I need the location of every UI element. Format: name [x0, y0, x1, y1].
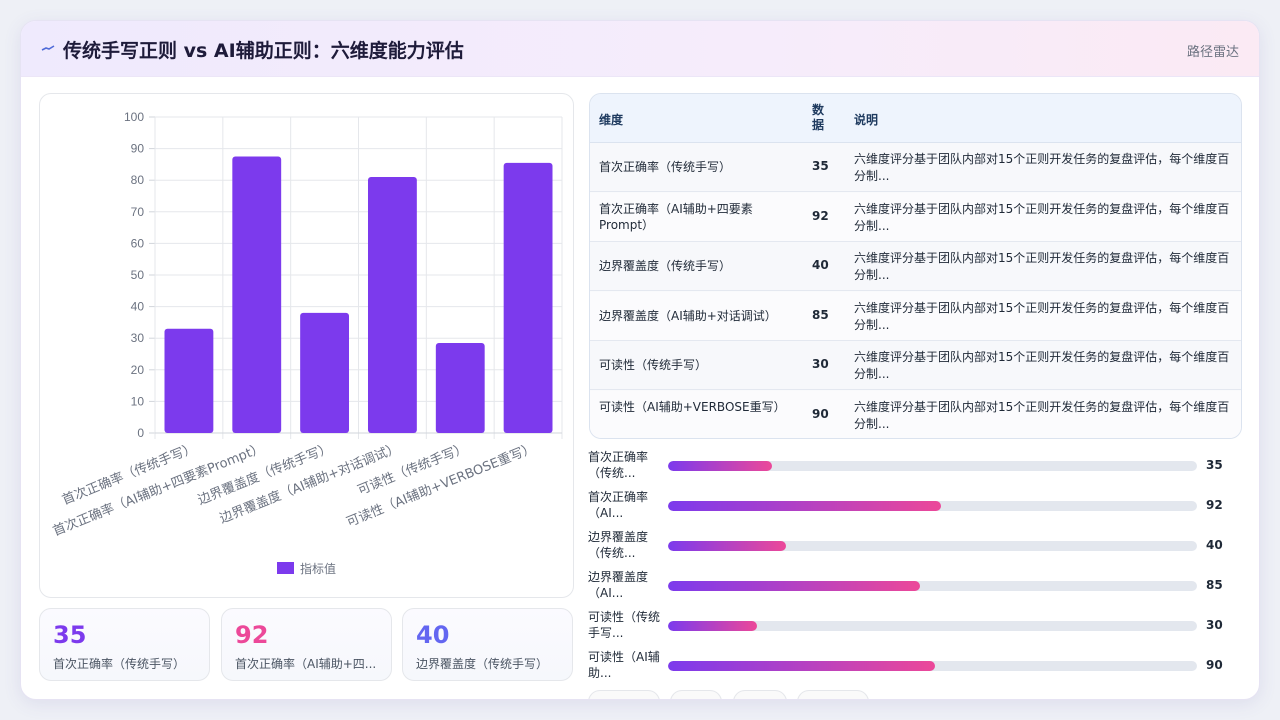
progress-track — [668, 661, 1197, 671]
table-row[interactable]: 可读性（传统手写） 30 六维度评分基于团队内部对15个正则开发任务的复盘评估，每个… — [590, 341, 1241, 390]
cell-dimension: 首次正确率（传统手写） — [599, 160, 732, 174]
y-tick-label: 10 — [131, 394, 145, 408]
y-tick-label: 40 — [131, 300, 145, 314]
dashboard-card: 传统手写正则 vs AI辅助正则：六维度能力评估 路径雷达 0 10 20 30 40 5… — [20, 20, 1260, 700]
progress-track — [668, 541, 1197, 551]
cell-description: 六维度评分基于团队内部对15个正则开发任务的复盘评估，每个维度百分制... — [854, 350, 1230, 381]
table-header: 维度 数据 说明 — [590, 94, 1241, 143]
chip-button[interactable] — [670, 690, 722, 699]
progress-track — [668, 501, 1197, 511]
progress-label: 首次正确率（传统... — [588, 450, 649, 480]
cell-description: 六维度评分基于团队内部对15个正则开发任务的复盘评估，每个维度百分制... — [854, 300, 1230, 332]
path-radar-link[interactable]: 路径雷达 — [1187, 41, 1239, 60]
progress-value: 85 — [1206, 578, 1223, 592]
progress-fill — [668, 661, 935, 671]
table-row[interactable]: 边界覆盖度（传统手写） 40 六维度评分基于团队内部对15个正则开发任务的复盘评估，… — [590, 242, 1241, 291]
progress-label: 可读性（传统手写... — [588, 610, 661, 640]
progress-row: 首次正确率（传统... 35 — [588, 449, 1248, 489]
table-row[interactable]: 可读性（AI辅助+VERBOSE重写） 90 六维度评分基于团队内部对15个正则开发… — [590, 390, 1241, 438]
header-bar: 传统手写正则 vs AI辅助正则：六维度能力评估 路径雷达 — [21, 21, 1259, 77]
pagination-chips — [588, 690, 888, 699]
cell-description: 六维度评分基于团队内部对15个正则开发任务的复盘评估，每个维度百分制... — [854, 201, 1230, 233]
bar — [435, 342, 485, 433]
progress-track — [668, 581, 1197, 591]
table-row[interactable]: 首次正确率（传统手写） 35 六维度评分基于团队内部对15个正则开发任务的复盘评估，… — [590, 143, 1241, 192]
cell-dimension: 边界覆盖度（传统手写） — [599, 259, 732, 273]
stat-value: 35 — [53, 621, 87, 649]
y-tick-label: 60 — [131, 236, 145, 250]
stat-card: 40 边界覆盖度（传统手写） — [402, 608, 573, 681]
cell-value: 35 — [812, 159, 829, 173]
stat-value: 40 — [416, 621, 450, 649]
cell-description: 六维度评分基于团队内部对15个正则开发任务的复盘评估，每个维度百分制... — [854, 251, 1230, 282]
cell-dimension: 首次正确率（AI辅助+四要素Prompt） — [599, 201, 753, 232]
bar — [164, 328, 214, 433]
stat-label: 边界覆盖度（传统手写） — [416, 657, 549, 671]
progress-value: 90 — [1206, 658, 1223, 672]
progress-value: 92 — [1206, 498, 1223, 512]
cell-value: 30 — [812, 357, 829, 371]
progress-label: 边界覆盖度（AI... — [588, 570, 649, 600]
y-tick-label: 0 — [137, 426, 144, 440]
table-row[interactable]: 边界覆盖度（AI辅助+对话调试） 85 六维度评分基于团队内部对15个正则开发任务的… — [590, 291, 1241, 341]
chip-button[interactable] — [733, 690, 787, 699]
bar-chart-panel: 0 10 20 30 40 50 60 70 80 90 100 首次正确率（传统手写） 首次正确率（A… — [39, 93, 574, 598]
y-tick-label: 50 — [131, 268, 145, 282]
y-tick-label: 80 — [131, 173, 145, 187]
progress-track — [668, 461, 1197, 471]
chart-line-icon — [41, 45, 55, 51]
y-tick-label: 70 — [131, 205, 145, 219]
stat-value: 92 — [235, 621, 269, 649]
progress-row: 边界覆盖度（AI... 85 — [588, 569, 1248, 609]
progress-row: 可读性（AI辅助... 90 — [588, 649, 1248, 689]
progress-row: 可读性（传统手写... 30 — [588, 609, 1248, 649]
progress-fill — [668, 581, 920, 591]
progress-row: 首次正确率（AI... 92 — [588, 489, 1248, 529]
cell-description: 六维度评分基于团队内部对15个正则开发任务的复盘评估，每个维度百分制... — [854, 399, 1230, 431]
progress-row: 边界覆盖度（传统... 40 — [588, 529, 1248, 569]
progress-label: 边界覆盖度（传统... — [588, 530, 649, 560]
bar — [300, 312, 350, 433]
cell-dimension: 边界覆盖度（AI辅助+对话调试） — [599, 308, 777, 323]
y-tick-label: 30 — [131, 331, 145, 345]
column-header-description[interactable]: 说明 — [854, 111, 878, 128]
progress-track — [668, 621, 1197, 631]
stat-card: 35 首次正确率（传统手写） — [39, 608, 210, 681]
y-tick-label: 90 — [131, 142, 145, 156]
cell-value: 40 — [812, 258, 829, 272]
progress-fill — [668, 461, 772, 471]
cell-dimension: 可读性（传统手写） — [599, 358, 708, 372]
table-row[interactable]: 首次正确率（AI辅助+四要素Prompt） 92 六维度评分基于团队内部对15个正则… — [590, 192, 1241, 242]
cell-dimension: 可读性（AI辅助+VERBOSE重写） — [599, 399, 786, 414]
stat-label: 首次正确率（AI辅助+四... — [235, 657, 377, 671]
cell-value: 92 — [812, 208, 829, 223]
progress-label: 首次正确率（AI... — [588, 490, 649, 520]
column-header-dimension[interactable]: 维度 — [599, 111, 623, 128]
bar — [503, 162, 553, 433]
column-header-value[interactable]: 数据 — [812, 103, 828, 133]
progress-fill — [668, 621, 757, 631]
progress-value: 35 — [1206, 458, 1223, 472]
bar — [367, 177, 417, 433]
stat-label: 首次正确率（传统手写） — [53, 657, 186, 671]
bar — [232, 156, 282, 433]
chip-button[interactable] — [797, 690, 869, 699]
cell-description: 六维度评分基于团队内部对15个正则开发任务的复盘评估，每个维度百分制... — [854, 152, 1230, 183]
legend-swatch — [277, 562, 294, 574]
cell-value: 90 — [812, 406, 829, 421]
page-title: 传统手写正则 vs AI辅助正则：六维度能力评估 — [63, 40, 464, 62]
legend-label: 指标值 — [300, 561, 336, 576]
cell-value: 85 — [812, 307, 829, 322]
progress-fill — [668, 501, 941, 511]
y-tick-label: 20 — [131, 363, 145, 377]
data-table: 维度 数据 说明 首次正确率（传统手写） 35 六维度评分基于团队内部对15个正则开… — [589, 93, 1242, 439]
progress-label: 可读性（AI辅助... — [588, 650, 660, 680]
progress-fill — [668, 541, 787, 551]
progress-value: 40 — [1206, 538, 1223, 552]
y-tick-label: 100 — [124, 110, 144, 124]
progress-value: 30 — [1206, 618, 1223, 632]
stat-card: 92 首次正确率（AI辅助+四... — [221, 608, 392, 681]
bar-chart: 0102030405060708090100首次正确率（传统手写）首次正确率（A… — [50, 110, 563, 576]
chip-button[interactable] — [588, 690, 660, 699]
